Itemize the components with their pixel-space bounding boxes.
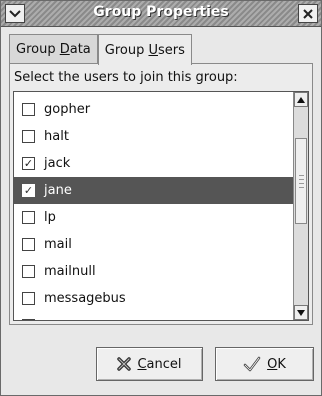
cancel-label: Cancel bbox=[137, 357, 181, 372]
user-name: gopher bbox=[44, 102, 91, 117]
ok-label: OK bbox=[267, 357, 286, 372]
user-name: mailnull bbox=[44, 264, 96, 279]
user-row-gopher[interactable]: gopher bbox=[14, 96, 294, 123]
tab-label-prefix: Group bbox=[104, 42, 149, 58]
group-properties-window: Group Properties Group Data Group Users … bbox=[0, 0, 322, 396]
title-bar[interactable]: Group Properties bbox=[1, 1, 321, 27]
ok-button[interactable]: OK bbox=[215, 347, 314, 381]
cancel-button[interactable]: Cancel bbox=[96, 347, 203, 381]
user-checkbox[interactable] bbox=[22, 211, 35, 224]
user-row-lp[interactable]: lp bbox=[14, 204, 294, 231]
user-checkbox[interactable] bbox=[22, 319, 35, 320]
grip-line bbox=[299, 183, 304, 184]
user-name: mail bbox=[44, 237, 72, 252]
user-checkbox[interactable] bbox=[22, 103, 35, 116]
user-name: jane bbox=[44, 183, 72, 198]
user-row-jack[interactable]: ✓ jack bbox=[14, 150, 294, 177]
close-button[interactable] bbox=[298, 4, 318, 23]
close-icon bbox=[303, 8, 313, 19]
user-checkbox-checked[interactable]: ✓ bbox=[22, 157, 35, 170]
scrollbar-thumb[interactable] bbox=[295, 138, 307, 224]
tab-group-users[interactable]: Group Users bbox=[97, 34, 192, 65]
user-name: jack bbox=[44, 156, 71, 171]
tab-label-prefix: Group bbox=[16, 42, 60, 57]
user-checkbox[interactable] bbox=[22, 130, 35, 143]
user-name: news bbox=[44, 318, 78, 320]
user-row-messagebus[interactable]: messagebus bbox=[14, 285, 294, 312]
tab-group-data[interactable]: Group Data bbox=[9, 34, 98, 64]
vertical-scrollbar[interactable] bbox=[293, 92, 308, 320]
tab-label-mnemonic: U bbox=[148, 42, 158, 58]
user-name: messagebus bbox=[44, 291, 126, 306]
cancel-label-suffix: ancel bbox=[146, 356, 182, 372]
tab-label-suffix: ata bbox=[69, 42, 91, 57]
user-row-halt[interactable]: halt bbox=[14, 123, 294, 150]
cancel-mnemonic: C bbox=[137, 356, 147, 372]
user-checkbox-checked[interactable]: ✓ bbox=[22, 184, 35, 197]
user-checkbox[interactable] bbox=[22, 238, 35, 251]
arrow-down-icon bbox=[297, 309, 305, 316]
tab-bar: Group Data Group Users bbox=[9, 34, 192, 65]
tab-label-suffix: sers bbox=[158, 42, 185, 58]
grip-line bbox=[299, 175, 304, 176]
scroll-up-button[interactable] bbox=[294, 92, 308, 107]
user-name: halt bbox=[44, 129, 69, 144]
user-row-mailnull[interactable]: mailnull bbox=[14, 258, 294, 285]
user-checkbox[interactable] bbox=[22, 292, 35, 305]
user-name: lp bbox=[44, 210, 56, 225]
cancel-x-icon bbox=[117, 357, 132, 371]
group-users-panel: Select the users to join this group: gop… bbox=[9, 63, 313, 325]
user-row-mail[interactable]: mail bbox=[14, 231, 294, 258]
users-list-rows: gopher halt ✓ jack ✓ jane lp mail mailnu… bbox=[14, 92, 294, 320]
scroll-down-button[interactable] bbox=[294, 305, 308, 320]
checkmark-icon bbox=[243, 356, 261, 372]
grip-line bbox=[299, 179, 304, 180]
arrow-up-icon bbox=[297, 96, 305, 103]
ok-mnemonic: O bbox=[267, 356, 278, 372]
user-row-jane[interactable]: ✓ jane bbox=[14, 177, 294, 204]
users-list[interactable]: gopher halt ✓ jack ✓ jane lp mail mailnu… bbox=[13, 91, 309, 321]
tab-label-mnemonic: D bbox=[59, 42, 70, 57]
instruction-label: Select the users to join this group: bbox=[14, 70, 238, 85]
user-row-news[interactable]: news bbox=[14, 312, 294, 320]
ok-label-suffix: K bbox=[277, 356, 286, 372]
window-title: Group Properties bbox=[93, 4, 229, 20]
user-checkbox[interactable] bbox=[22, 265, 35, 278]
grip-line bbox=[299, 187, 304, 188]
